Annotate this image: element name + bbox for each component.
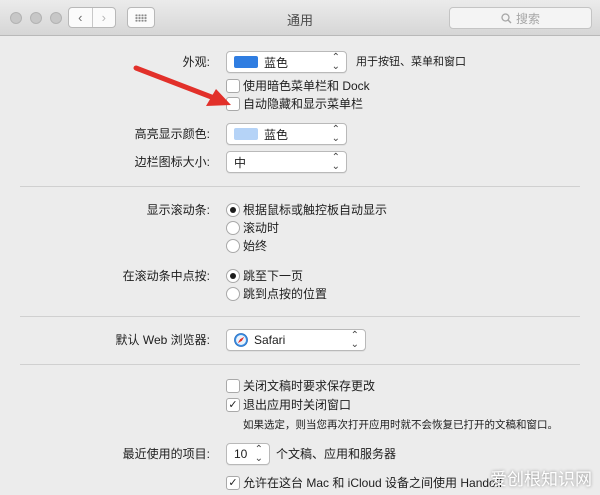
default-browser-value: Safari xyxy=(254,333,286,347)
highlight-color-popup[interactable]: 蓝色 ⌃ ⌄ xyxy=(226,123,347,145)
recent-items-count-popup[interactable]: 10 ⌃ ⌄ xyxy=(226,443,270,465)
appearance-value: 蓝色 xyxy=(264,55,289,70)
scrollbars-option-auto-label: 根据鼠标或触控板自动显示 xyxy=(243,203,388,217)
scrollbars-option-always-radio[interactable] xyxy=(226,239,240,253)
chevron-up-down-icon: ⌃ ⌄ xyxy=(331,152,340,172)
safari-icon xyxy=(234,333,248,347)
checkmark-icon: ✓ xyxy=(228,476,238,489)
sidebar-icon-size-value: 中 xyxy=(234,155,247,170)
scrollbars-option-always-label: 始终 xyxy=(243,239,268,253)
dark-menu-label: 使用暗色菜单栏和 Dock xyxy=(243,79,370,93)
close-windows-on-quit-checkbox[interactable]: ✓ xyxy=(226,398,240,412)
appearance-popup[interactable]: 蓝色 ⌃ ⌄ xyxy=(226,51,347,73)
radio-selected-dot xyxy=(230,207,236,213)
radio-selected-dot xyxy=(230,273,236,279)
click-jump-position-label: 跳到点按的位置 xyxy=(243,287,328,301)
chevron-up-down-icon: ⌃ ⌄ xyxy=(331,52,340,72)
watermark-text: 爱创根知识网 xyxy=(490,470,592,489)
red-arrow-annotation xyxy=(133,65,231,106)
accent-color-swatch xyxy=(234,56,258,68)
auto-hide-menu-label: 自动隐藏和显示菜单栏 xyxy=(243,97,364,111)
recent-items-count-value: 10 xyxy=(234,447,248,461)
scrollbars-option-scrolling-label: 滚动时 xyxy=(243,221,280,235)
recent-items-label: 最近使用的项目: xyxy=(122,447,210,461)
sidebar-icon-size-label: 边栏图标大小: xyxy=(134,155,210,169)
checkmark-icon: ✓ xyxy=(228,398,238,411)
close-windows-on-quit-label: 退出应用时关闭窗口 xyxy=(243,398,352,412)
recent-items-suffix: 个文稿、应用和服务器 xyxy=(276,447,397,461)
close-windows-note: 如果选定，则当您再次打开应用时就不会恢复已打开的文稿和窗口。 xyxy=(243,419,558,431)
highlight-color-label: 高亮显示颜色: xyxy=(134,127,210,141)
search-field[interactable]: 搜索 xyxy=(449,7,592,29)
default-browser-label: 默认 Web 浏览器: xyxy=(115,333,210,347)
section-divider xyxy=(20,316,580,317)
show-scrollbars-label: 显示滚动条: xyxy=(146,203,210,217)
handoff-checkbox[interactable]: ✓ xyxy=(226,476,240,490)
handoff-label: 允许在这台 Mac 和 iCloud 设备之间使用 Handoff xyxy=(243,476,503,490)
highlight-color-swatch xyxy=(234,128,258,140)
click-scrollbar-label: 在滚动条中点按: xyxy=(122,269,210,283)
scrollbars-option-scrolling-radio[interactable] xyxy=(226,221,240,235)
chevron-up-down-icon: ⌃ ⌄ xyxy=(331,124,340,144)
ask-save-changes-label: 关闭文稿时要求保存更改 xyxy=(243,379,376,393)
search-icon xyxy=(501,12,512,23)
click-next-page-radio[interactable] xyxy=(226,269,240,283)
scrollbars-option-auto-radio[interactable] xyxy=(226,203,240,217)
section-divider xyxy=(20,186,580,187)
default-browser-popup[interactable]: Safari ⌃ ⌄ xyxy=(226,329,366,351)
sidebar-icon-size-popup[interactable]: 中 ⌃ ⌄ xyxy=(226,151,347,173)
chevron-up-down-icon: ⌃ ⌄ xyxy=(350,330,359,350)
click-next-page-label: 跳至下一页 xyxy=(243,269,304,283)
window-titlebar: ‹ › 通用 搜索 xyxy=(0,0,600,36)
highlight-color-value: 蓝色 xyxy=(264,127,289,142)
ask-save-changes-checkbox[interactable] xyxy=(226,379,240,393)
click-jump-position-radio[interactable] xyxy=(226,287,240,301)
appearance-hint: 用于按钮、菜单和窗口 xyxy=(356,56,466,68)
chevron-up-down-icon: ⌃ ⌄ xyxy=(254,444,263,464)
section-divider xyxy=(20,364,580,365)
search-placeholder: 搜索 xyxy=(515,11,540,26)
